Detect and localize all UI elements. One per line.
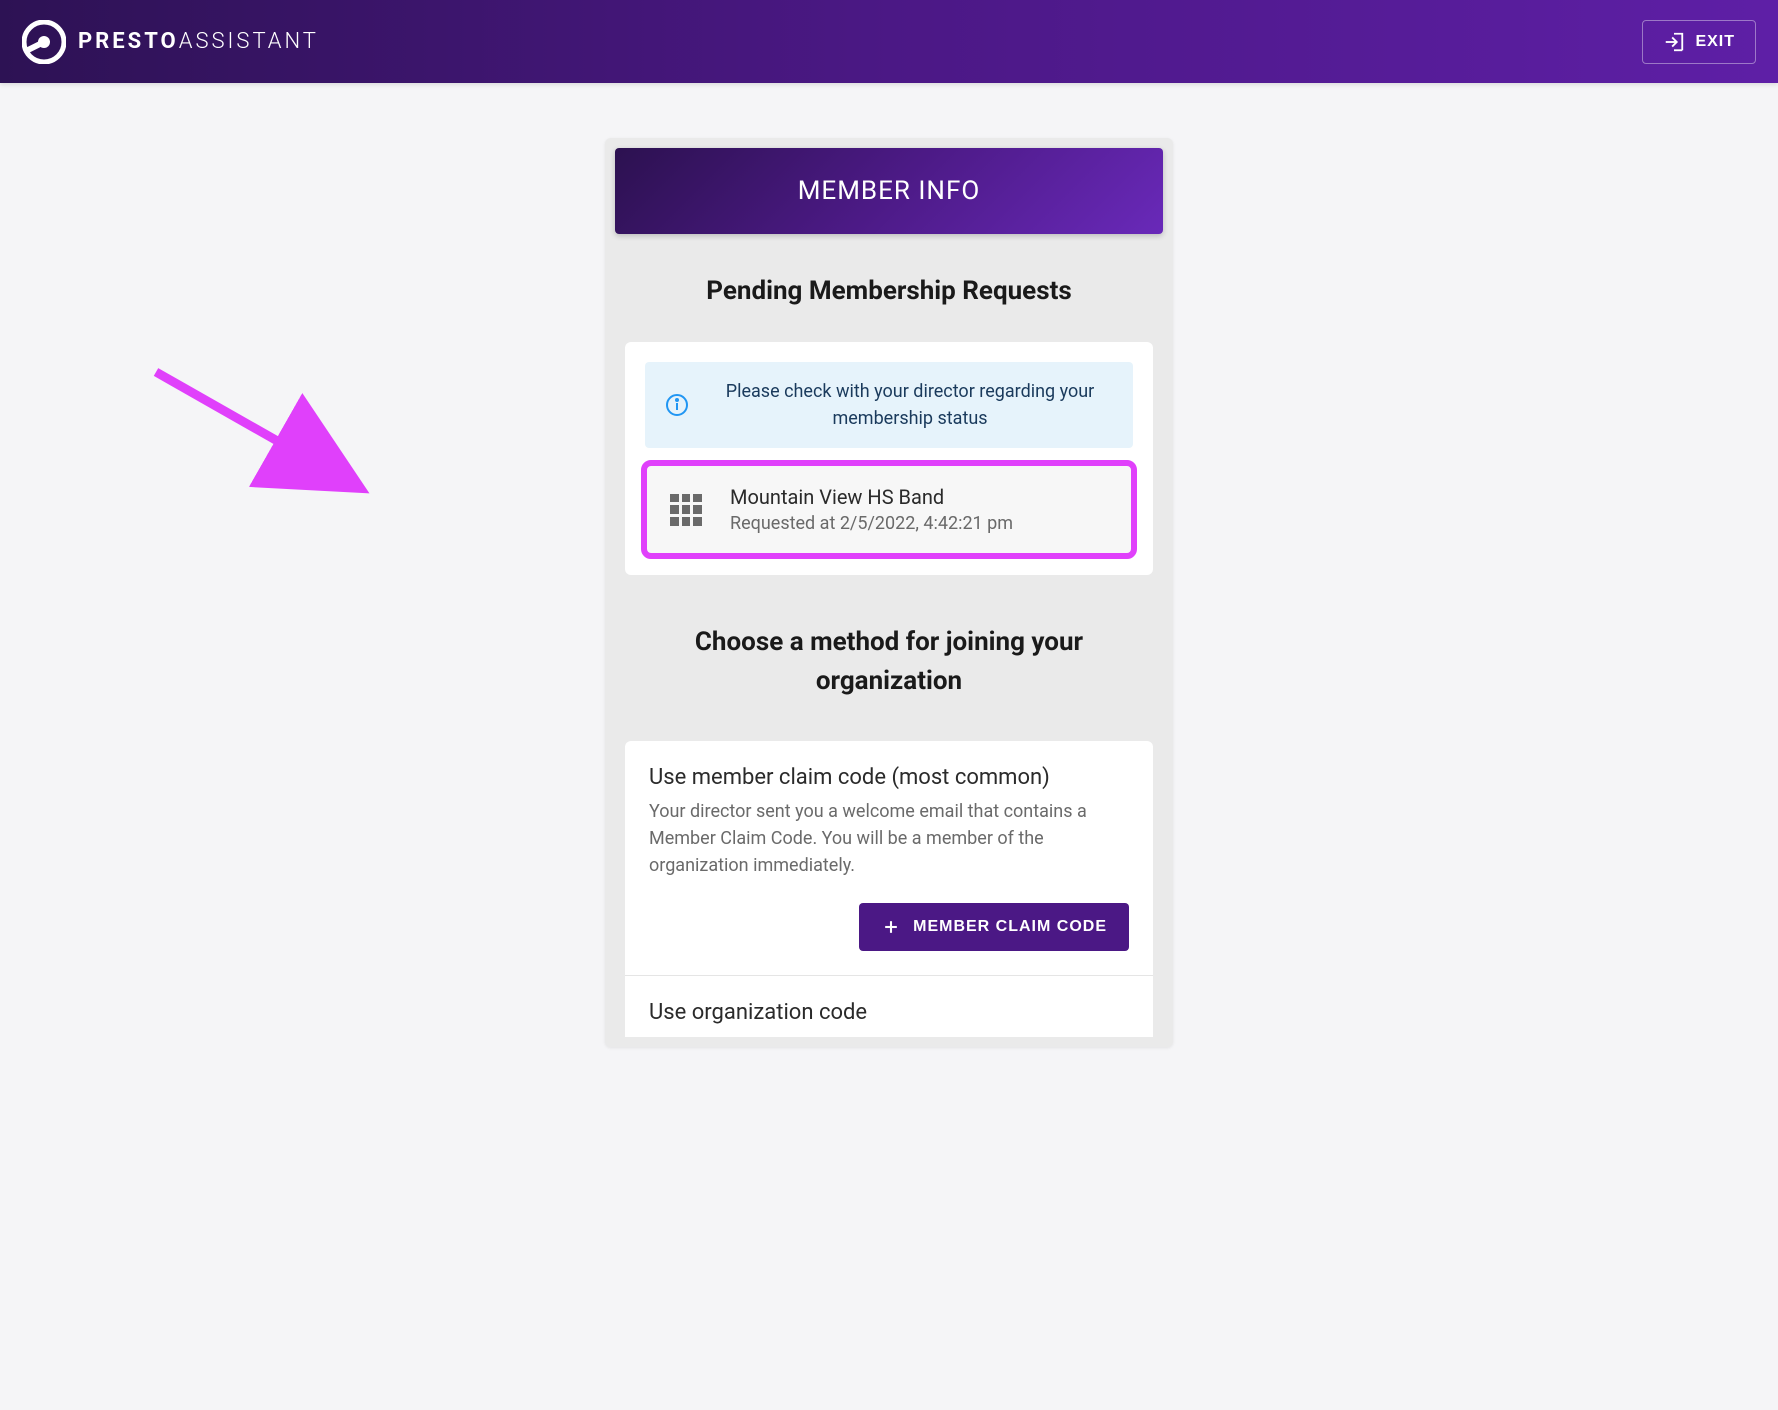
info-banner-text: Please check with your director regardin… <box>707 378 1113 432</box>
brand-text-light: ASSISTANT <box>179 29 319 54</box>
org-code-heading: Use organization code <box>649 1000 1129 1025</box>
org-code-section: Use organization code <box>625 976 1153 1037</box>
org-details: Mountain View HS Band Requested at 2/5/2… <box>730 485 1013 534</box>
member-claim-code-label: MEMBER CLAIM CODE <box>913 918 1107 936</box>
brand-logo: PRESTOASSISTANT <box>22 20 319 64</box>
claim-code-desc: Your director sent you a welcome email t… <box>649 798 1129 879</box>
pending-requests-box: Please check with your director regardin… <box>625 342 1153 575</box>
member-claim-code-button[interactable]: MEMBER CLAIM CODE <box>859 903 1129 951</box>
pending-requests-title: Pending Membership Requests <box>615 276 1163 306</box>
pending-org-item: Mountain View HS Band Requested at 2/5/2… <box>645 464 1133 555</box>
join-method-title: Choose a method for joining your organiz… <box>645 623 1133 701</box>
app-header: PRESTOASSISTANT EXIT <box>0 0 1778 83</box>
exit-button[interactable]: EXIT <box>1642 20 1756 64</box>
claim-code-heading: Use member claim code (most common) <box>649 765 1129 790</box>
claim-code-section: Use member claim code (most common) Your… <box>625 741 1153 976</box>
brand-text-bold: PRESTO <box>78 29 179 54</box>
apps-grid-icon <box>670 494 702 526</box>
exit-button-label: EXIT <box>1695 33 1735 51</box>
info-icon <box>665 393 689 417</box>
exit-icon <box>1663 31 1685 53</box>
info-banner: Please check with your director regardin… <box>645 362 1133 448</box>
org-name: Mountain View HS Band <box>730 485 1013 509</box>
plus-icon <box>881 917 901 937</box>
card-title: MEMBER INFO <box>615 148 1163 234</box>
org-requested-time: Requested at 2/5/2022, 4:42:21 pm <box>730 513 1013 534</box>
presto-logo-icon <box>22 20 66 64</box>
main-content: MEMBER INFO Pending Membership Requests … <box>0 83 1778 1047</box>
claim-code-action-row: MEMBER CLAIM CODE <box>649 903 1129 951</box>
member-info-card: MEMBER INFO Pending Membership Requests … <box>605 138 1173 1047</box>
brand-text: PRESTOASSISTANT <box>78 29 319 54</box>
